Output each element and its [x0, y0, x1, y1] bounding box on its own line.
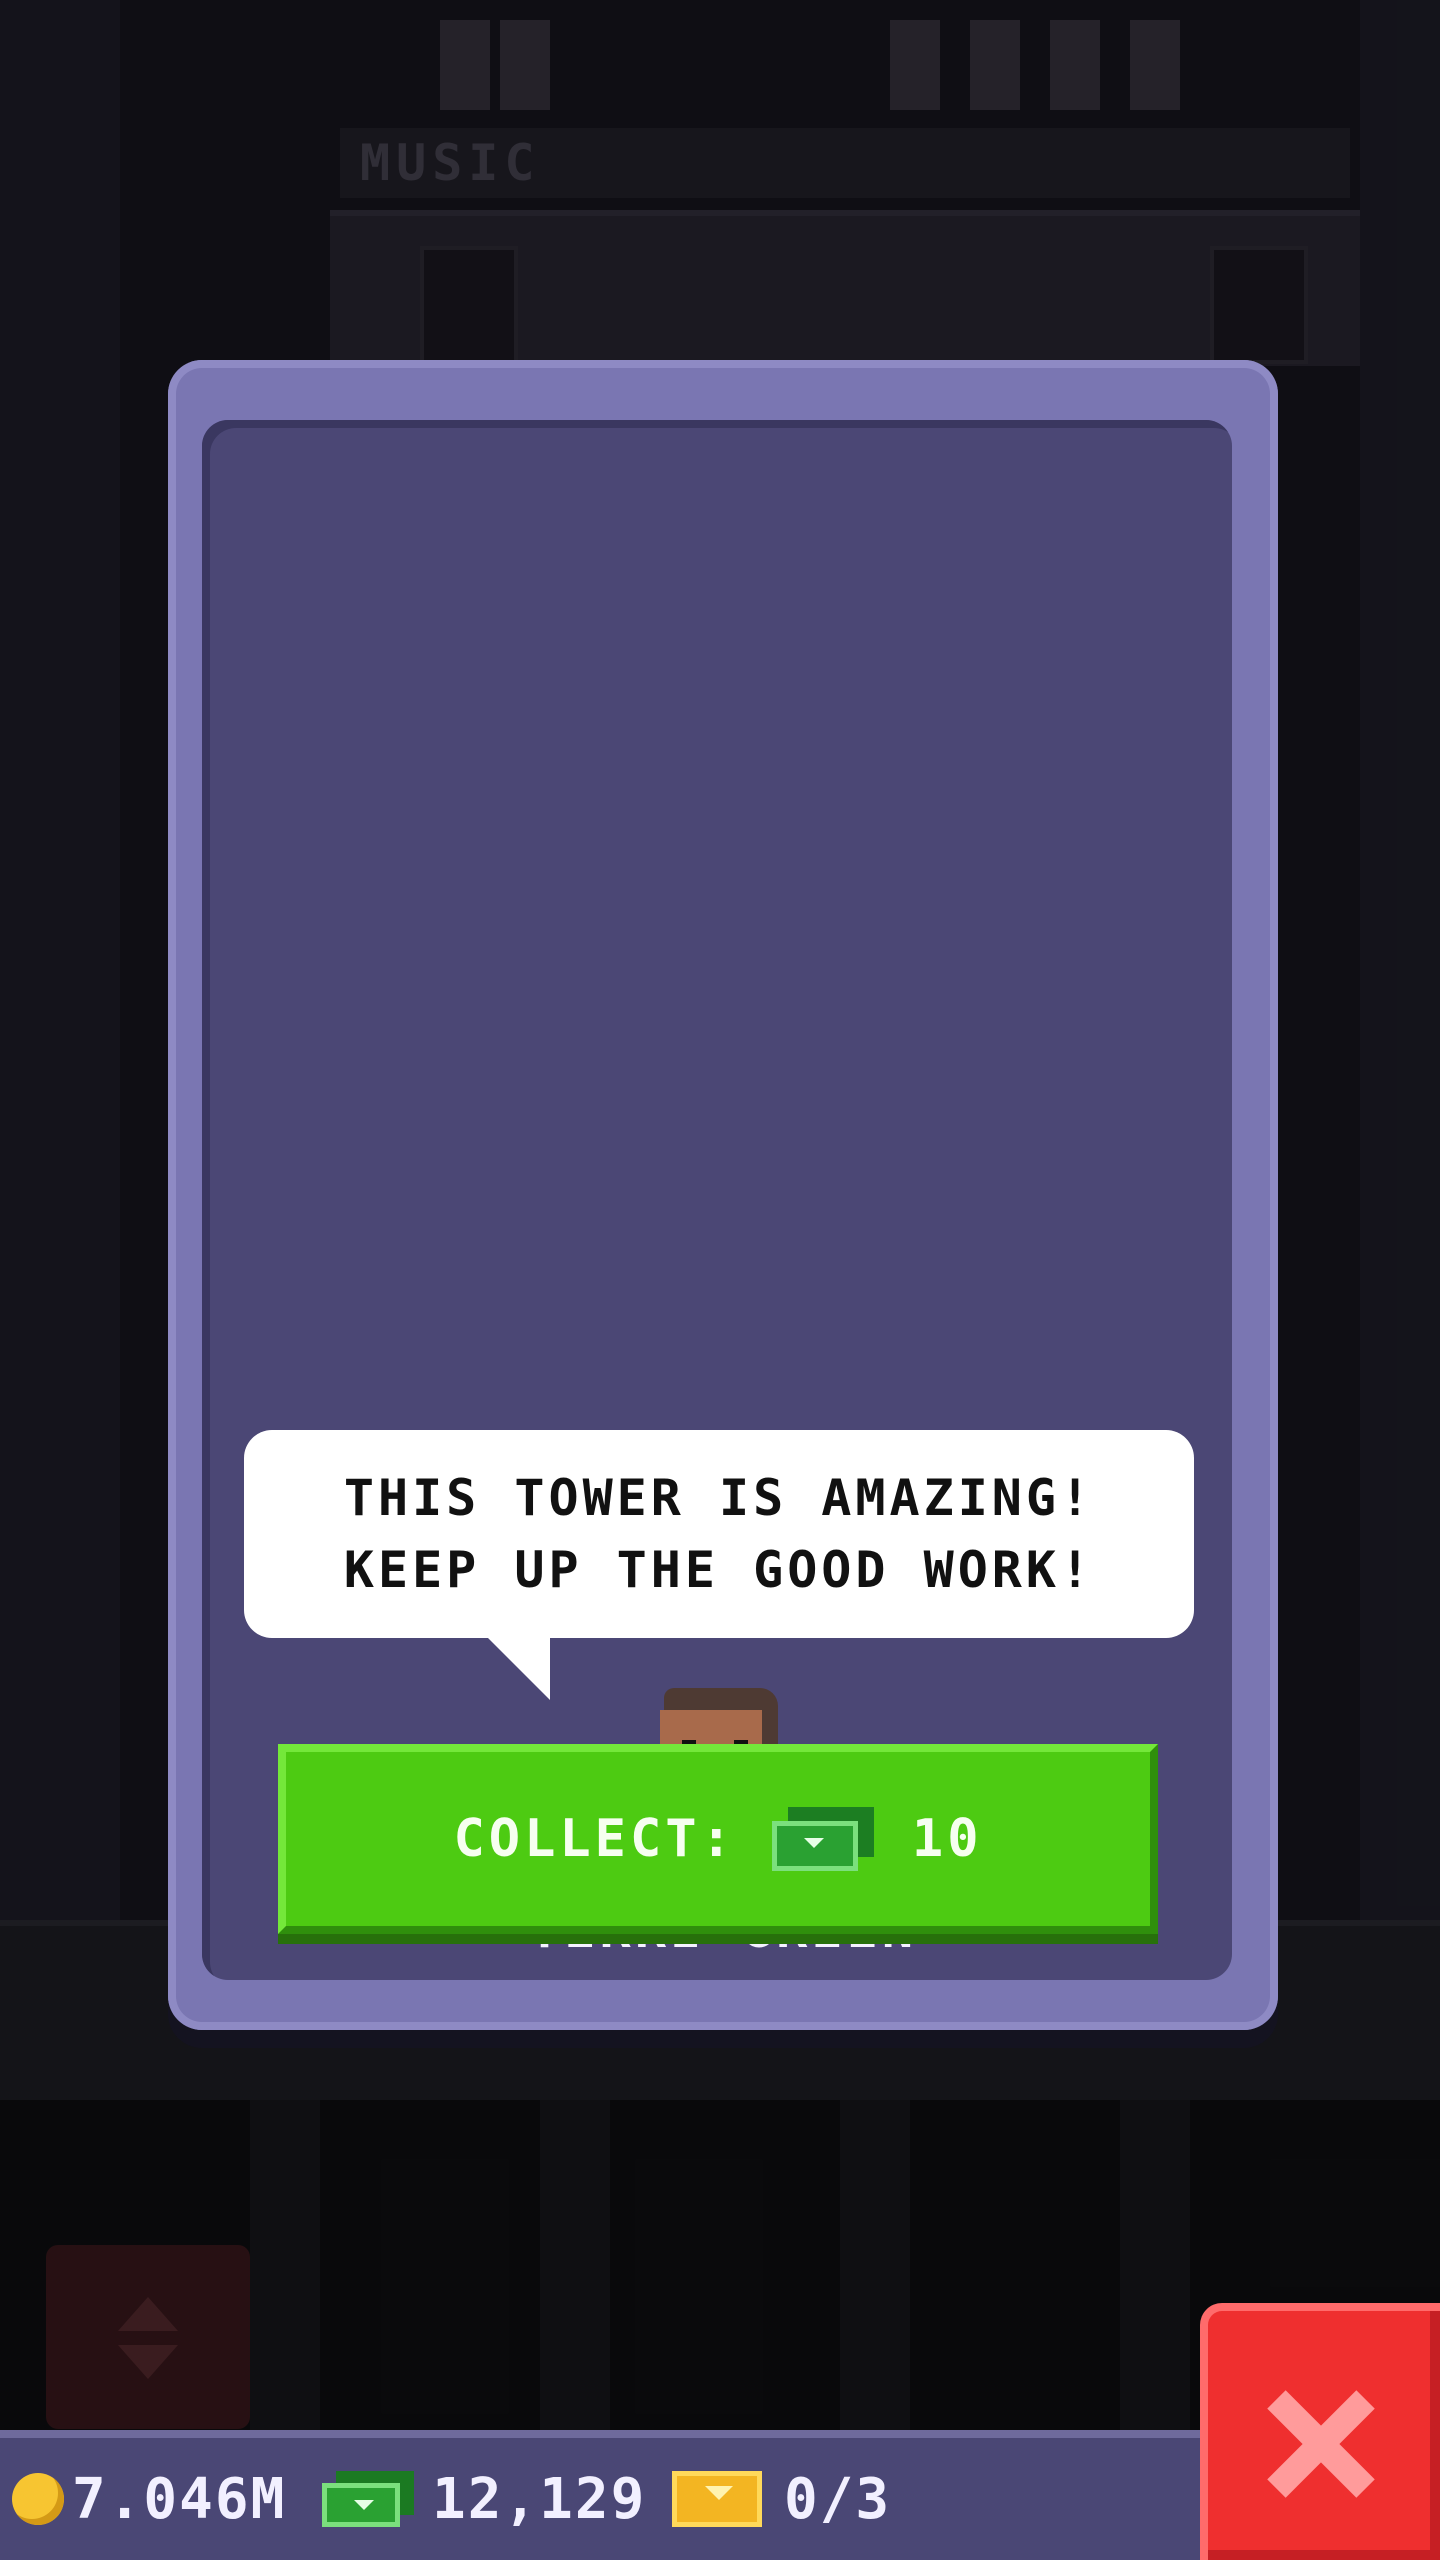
close-icon	[1266, 2389, 1376, 2499]
bux-icon	[771, 1807, 876, 1871]
tickets-value: 0/3	[784, 2466, 892, 2532]
collect-button[interactable]: COLLECT: 10	[278, 1744, 1158, 1934]
collect-label: COLLECT:	[453, 1809, 736, 1869]
golden-ticket-icon	[672, 2471, 762, 2527]
speech-bubble: THIS TOWER IS AMAZING! KEEP UP THE GOOD …	[244, 1430, 1194, 1638]
speech-text-line-2: KEEP UP THE GOOD WORK!	[343, 1541, 1095, 1599]
coin-icon	[12, 2473, 64, 2525]
bux-icon	[322, 2471, 418, 2527]
coins-display[interactable]: 7.046M	[12, 2438, 286, 2560]
coins-value: 7.046M	[72, 2466, 287, 2532]
bux-value: 12,129	[432, 2466, 647, 2532]
speech-text-line-1: THIS TOWER IS AMAZING!	[343, 1469, 1095, 1527]
tickets-display[interactable]: 0/3	[672, 2438, 891, 2560]
collect-amount: 10	[911, 1809, 983, 1869]
close-button[interactable]	[1200, 2303, 1440, 2560]
visitor-dialog: THIS TOWER IS AMAZING! KEEP UP THE GOOD …	[168, 360, 1278, 2030]
status-bar: 7.046M 12,129 0/3	[0, 2430, 1200, 2560]
bux-display[interactable]: 12,129	[322, 2438, 646, 2560]
speech-bubble-tail	[486, 1636, 550, 1700]
